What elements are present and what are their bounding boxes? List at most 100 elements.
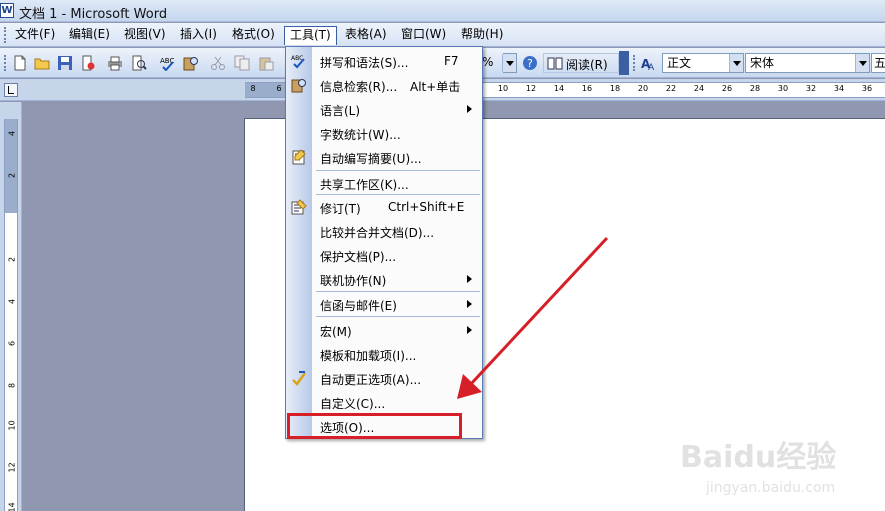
read-mode-button[interactable]: 阅读(R)	[543, 53, 619, 73]
word-app-icon[interactable]: W	[0, 3, 14, 18]
baidu-watermark-logo: Baidu经验 jingyan.baidu.com	[680, 440, 837, 496]
ruler-number: 4	[7, 298, 17, 305]
menu-label: 信息检索(R)...	[320, 80, 398, 94]
menu-help[interactable]: 帮助(H)	[456, 26, 508, 45]
menu-label: 宏(M)	[320, 325, 352, 339]
font-value: 宋体	[750, 56, 775, 70]
menu-bar: 文件(F) 编辑(E) 视图(V) 插入(I) 格式(O) 工具(T) 表格(A…	[0, 23, 885, 47]
ruler-number: 22	[665, 84, 677, 93]
menu-shortcut: F7	[444, 54, 459, 68]
menu-shortcut: Alt+单击	[410, 80, 461, 94]
menu-separator	[316, 316, 480, 317]
new-document-icon[interactable]	[12, 55, 28, 71]
spelling-icon: ABC	[291, 55, 305, 69]
menu-label: 语言(L)	[320, 104, 361, 118]
ruler-number: 8	[250, 84, 256, 93]
menu-insert[interactable]: 插入(I)	[175, 26, 222, 45]
read-mode-label: 阅读(R)	[566, 58, 608, 72]
menu-research[interactable]: 信息检索(R)... Alt+单击	[286, 73, 482, 97]
menu-tools[interactable]: 工具(T)	[284, 26, 337, 45]
autosummarize-icon	[292, 149, 306, 165]
menu-label: 拼写和语法(S)...	[320, 56, 409, 70]
menu-protect-document[interactable]: 保护文档(P)...	[286, 243, 482, 267]
print-icon[interactable]	[107, 55, 123, 71]
ruler-number: 2	[7, 256, 17, 263]
ruler-number: 2	[7, 172, 17, 179]
menu-autocorrect-options[interactable]: 自动更正选项(A)...	[286, 366, 482, 390]
tab-stop-selector-icon[interactable]	[4, 83, 18, 97]
tools-dropdown-menu: ABC 拼写和语法(S)... F7 信息检索(R)... Alt+单击 语言(…	[285, 46, 483, 439]
menubar-grip-icon[interactable]	[4, 27, 7, 43]
menu-online-collaboration[interactable]: 联机协作(N)	[286, 267, 482, 291]
window-title: 文档 1 - Microsoft Word	[19, 7, 168, 22]
open-folder-icon[interactable]	[34, 55, 50, 71]
menu-window[interactable]: 窗口(W)	[396, 26, 451, 45]
chevron-down-icon	[729, 54, 743, 72]
style-value: 正文	[667, 56, 692, 70]
ruler-number: 20	[637, 84, 649, 93]
ruler-number: 10	[497, 84, 509, 93]
vertical-ruler[interactable]: 4 2 2 4 6 8 10 12 14	[4, 119, 18, 511]
toolbar-grip-icon[interactable]	[4, 55, 7, 71]
ruler-number: 28	[749, 84, 761, 93]
font-size-value: 五	[874, 56, 885, 70]
menu-compare-merge[interactable]: 比较并合并文档(D)...	[286, 219, 482, 243]
ruler-number: 6	[7, 340, 17, 347]
toolbar-options-chevron-icon[interactable]	[619, 51, 629, 75]
paste-icon[interactable]	[258, 55, 274, 71]
menu-format[interactable]: 格式(O)	[227, 26, 280, 45]
research-icon[interactable]	[183, 55, 199, 71]
menu-spelling-grammar[interactable]: ABC 拼写和语法(S)... F7	[286, 49, 482, 73]
submenu-arrow-icon	[467, 326, 472, 334]
track-changes-icon	[291, 199, 307, 215]
ruler-number: 30	[777, 84, 789, 93]
menu-autosummarize[interactable]: 自动编写摘要(U)...	[286, 145, 482, 169]
menu-label: 信函与邮件(E)	[320, 299, 397, 313]
menu-track-changes[interactable]: 修订(T) Ctrl+Shift+E	[286, 195, 482, 219]
ruler-number: 14	[7, 502, 17, 511]
menu-word-count[interactable]: 字数统计(W)...	[286, 121, 482, 145]
menu-shared-workspace[interactable]: 共享工作区(K)...	[286, 171, 482, 195]
copy-icon[interactable]	[234, 55, 250, 71]
help-icon[interactable]: ?	[522, 55, 538, 71]
menu-view[interactable]: 视图(V)	[119, 26, 171, 45]
permission-icon[interactable]	[80, 55, 96, 71]
zoom-dropdown[interactable]	[502, 53, 517, 73]
ruler-number: 14	[553, 84, 565, 93]
ruler-number: 36	[861, 84, 873, 93]
cut-icon[interactable]	[210, 55, 226, 71]
menu-letters-mailings[interactable]: 信函与邮件(E)	[286, 292, 482, 316]
menu-label: 共享工作区(K)...	[320, 178, 409, 192]
styles-and-formatting-icon[interactable]: AA	[641, 55, 657, 71]
menu-label: 模板和加载项(I)...	[320, 349, 417, 363]
ruler-number: 10	[7, 420, 17, 431]
menu-edit[interactable]: 编辑(E)	[64, 26, 115, 45]
menu-shortcut: Ctrl+Shift+E	[388, 200, 465, 214]
style-select[interactable]: 正文	[662, 53, 744, 73]
menu-label: 联机协作(N)	[320, 274, 387, 288]
menu-label: 自动编写摘要(U)...	[320, 152, 422, 166]
menu-macro[interactable]: 宏(M)	[286, 318, 482, 342]
font-size-select[interactable]: 五	[871, 53, 885, 73]
menu-file[interactable]: 文件(F)	[10, 26, 60, 45]
menu-table[interactable]: 表格(A)	[340, 26, 392, 45]
save-icon[interactable]	[57, 55, 73, 71]
ruler-number: 34	[833, 84, 845, 93]
chevron-down-icon	[855, 54, 869, 72]
menu-templates-addins[interactable]: 模板和加载项(I)...	[286, 342, 482, 366]
menu-language[interactable]: 语言(L)	[286, 97, 482, 121]
font-select[interactable]: 宋体	[745, 53, 870, 73]
spelling-grammar-icon[interactable]: ABC	[160, 55, 176, 71]
formatting-toolbar-grip-icon[interactable]	[633, 55, 636, 71]
menu-label: 保护文档(P)...	[320, 250, 397, 264]
print-preview-icon[interactable]	[131, 55, 147, 71]
ruler-number: 12	[7, 462, 17, 473]
ruler-number: 12	[525, 84, 537, 93]
ruler-number: 8	[7, 382, 17, 389]
submenu-arrow-icon	[467, 275, 472, 283]
annotation-highlight-box	[287, 413, 462, 439]
submenu-arrow-icon	[467, 105, 472, 113]
menu-label: 自定义(C)...	[320, 397, 386, 411]
menu-customize[interactable]: 自定义(C)...	[286, 390, 482, 414]
ruler-number: 4	[7, 130, 17, 137]
